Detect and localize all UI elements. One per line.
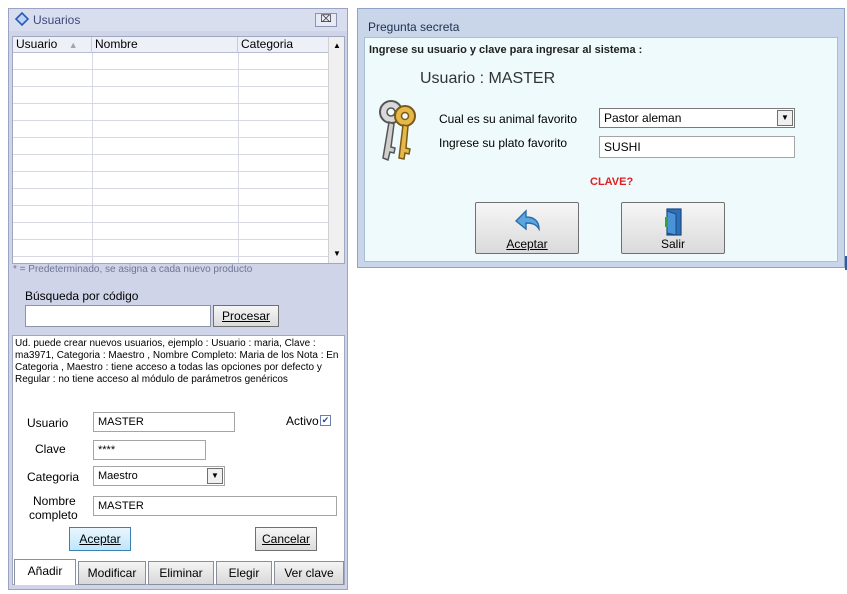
keys-icon xyxy=(379,100,416,162)
aceptar-button[interactable]: Aceptar xyxy=(69,527,131,551)
dialog-aceptar-button[interactable]: Aceptar xyxy=(475,202,579,254)
activo-checkbox[interactable]: ✔ xyxy=(320,415,331,426)
animal-question-label: Cual es su animal favorito xyxy=(439,112,578,126)
usuario-input[interactable]: MASTER xyxy=(93,412,235,432)
table-row[interactable] xyxy=(13,189,329,206)
tab-eliminar[interactable]: Eliminar xyxy=(148,561,214,585)
dialog-aceptar-label: Aceptar xyxy=(506,237,548,251)
grid-header-nombre[interactable]: Nombre xyxy=(92,37,238,53)
grid-header-usuario-label: Usuario xyxy=(16,37,58,51)
clave-label: Clave xyxy=(35,442,66,456)
nombre-label-line2: completo xyxy=(29,508,78,522)
clave-input[interactable]: **** xyxy=(93,440,206,460)
help-text: Ud. puede crear nuevos usuarios, ejemplo… xyxy=(15,338,339,385)
dialog-body: Ingrese su usuario y clave para ingresar… xyxy=(364,37,838,262)
animal-select-value: Pastor aleman xyxy=(604,111,682,125)
tab-ver-clave[interactable]: Ver clave xyxy=(274,561,344,585)
table-row[interactable] xyxy=(13,87,329,104)
animal-select[interactable]: Pastor aleman ▼ xyxy=(599,108,795,128)
scroll-down-arrow-icon[interactable]: ▼ xyxy=(333,249,341,258)
aceptar-button-label: Aceptar xyxy=(79,532,121,546)
table-row[interactable] xyxy=(13,138,329,155)
categoria-select-value: Maestro xyxy=(98,470,138,482)
table-row[interactable] xyxy=(13,206,329,223)
procesar-button[interactable]: Procesar xyxy=(213,305,279,327)
pregunta-secreta-dialog: Pregunta secreta Ingrese su usuario y cl… xyxy=(357,8,845,268)
action-tabs: Añadir Modificar Eliminar Elegir Ver cla… xyxy=(12,559,345,585)
tab-modificar[interactable]: Modificar xyxy=(78,561,146,585)
dialog-title: Pregunta secreta xyxy=(368,20,460,34)
dialog-salir-label: Salir xyxy=(660,237,685,251)
undo-arrow-icon xyxy=(514,209,540,232)
nombre-label-line1: Nombre xyxy=(33,494,76,508)
close-icon[interactable]: ⌧ xyxy=(315,13,337,27)
tab-anadir[interactable]: Añadir xyxy=(14,559,76,585)
clave-status: CLAVE? xyxy=(590,176,634,188)
table-row[interactable] xyxy=(13,155,329,172)
cancelar-button-label: Cancelar xyxy=(261,532,311,546)
categoria-select[interactable]: Maestro ▼ xyxy=(93,466,225,486)
table-row[interactable] xyxy=(13,121,329,138)
search-code-input[interactable] xyxy=(25,305,211,327)
grid-scrollbar[interactable]: ▲ ▼ xyxy=(328,37,344,263)
sort-asc-icon: ▲ xyxy=(68,40,78,50)
nombre-completo-input[interactable]: MASTER xyxy=(93,496,337,516)
categoria-label: Categoria xyxy=(27,470,80,484)
dialog-user-line: Usuario : MASTER xyxy=(420,70,556,87)
scroll-up-arrow-icon[interactable]: ▲ xyxy=(333,41,341,50)
table-row[interactable] xyxy=(13,240,329,257)
usuarios-title-bar[interactable]: Usuarios ⌧ xyxy=(9,9,347,31)
plate-input[interactable]: SUSHI xyxy=(599,136,795,158)
usuarios-title: Usuarios xyxy=(33,13,81,27)
table-row[interactable] xyxy=(13,223,329,240)
exit-door-icon xyxy=(665,208,682,236)
usuario-label: Usuario xyxy=(27,416,69,430)
grid-column-divider xyxy=(92,53,93,263)
grid-column-divider xyxy=(238,53,239,263)
default-note: * = Predeterminado, se asigna a cada nue… xyxy=(13,264,253,275)
search-label: Búsqueda por código xyxy=(25,289,139,303)
table-row[interactable] xyxy=(13,70,329,87)
grid-header-categoria[interactable]: Categoria xyxy=(238,37,329,53)
table-row[interactable] xyxy=(13,172,329,189)
chevron-down-icon[interactable]: ▼ xyxy=(207,468,223,484)
cancelar-button[interactable]: Cancelar xyxy=(255,527,317,551)
grid-header-usuario[interactable]: Usuario ▲ xyxy=(13,37,92,53)
users-grid[interactable]: Usuario ▲ Nombre Categoria ▲ ▼ xyxy=(12,36,345,264)
table-row[interactable] xyxy=(13,104,329,121)
table-row[interactable] xyxy=(13,257,329,263)
dialog-instructions: Ingrese su usuario y clave para ingresar… xyxy=(369,44,643,56)
chevron-down-icon[interactable]: ▼ xyxy=(777,110,793,126)
tab-elegir[interactable]: Elegir xyxy=(216,561,272,585)
dialog-salir-button[interactable]: Salir xyxy=(621,202,725,254)
activo-label: Activo xyxy=(286,414,319,428)
window-app-icon xyxy=(15,12,29,26)
table-row[interactable] xyxy=(13,53,329,70)
usuarios-window: Usuarios ⌧ Usuario ▲ Nombre Categoria ▲ … xyxy=(8,8,348,590)
plate-question-label: Ingrese su plato favorito xyxy=(439,136,568,150)
